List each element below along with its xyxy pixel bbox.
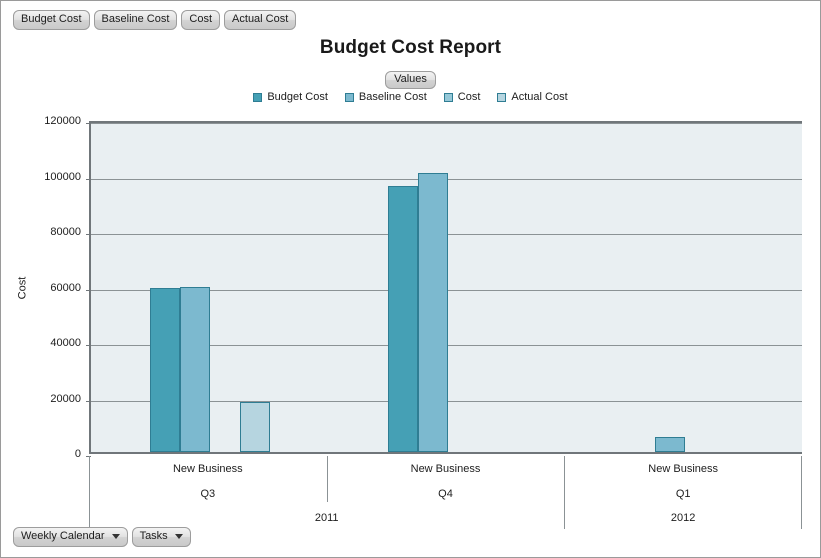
x-axis-quarter-label: Q4 — [438, 488, 453, 500]
x-axis-year-label: 2012 — [670, 512, 696, 524]
field-tag-label: Baseline Cost — [101, 13, 170, 25]
legend-item-3[interactable]: Actual Cost — [497, 91, 568, 103]
legend-item-label: Budget Cost — [267, 91, 328, 103]
legend-swatch-icon — [344, 92, 354, 102]
y-axis-tick-label: 40000 — [50, 337, 81, 349]
field-tag-1[interactable]: Baseline Cost — [93, 10, 178, 30]
x-axis-year-label: 2011 — [314, 512, 339, 524]
x-axis-year-separator — [564, 456, 566, 529]
field-tag-label: Cost — [189, 13, 213, 25]
legend-swatch-icon — [443, 92, 453, 102]
chart-report-window: Budget Cost Baseline Cost Cost Actual Cost … — [0, 0, 821, 558]
filter-dropdown-label: Tasks — [139, 530, 168, 542]
filter-dropdown-1[interactable]: Tasks — [131, 527, 191, 547]
legend-item-label: Baseline Cost — [358, 91, 427, 103]
legend-swatch-icon — [497, 92, 507, 102]
values-tag[interactable]: Values — [385, 71, 436, 89]
values-tag-label: Values — [394, 73, 427, 85]
bar-0-1[interactable] — [179, 286, 210, 452]
legend-item-2[interactable]: Cost — [443, 91, 481, 103]
y-axis-title-label: Cost — [16, 276, 28, 299]
chart-legend: Budget Cost Baseline Cost Cost Actual Cost — [1, 91, 820, 103]
values-tag-container: Values — [1, 71, 820, 89]
filter-dropdown-0[interactable]: Weekly Calendar — [13, 527, 128, 547]
x-axis-separator — [326, 456, 328, 502]
chevron-down-icon — [111, 534, 120, 539]
y-axis-tick-label: 20000 — [50, 392, 81, 405]
x-axis-category-labels: New Business Q3 New Business Q4 New Business… — [89, 454, 802, 529]
y-axis-tick — [86, 400, 91, 402]
bar-1-0[interactable] — [387, 185, 418, 452]
legend-swatch-icon — [253, 92, 263, 102]
x-axis-quarter-label: Q3 — [200, 488, 216, 500]
x-axis-quarter-label: Q1 — [675, 488, 691, 500]
field-tag-3[interactable]: Actual Cost — [224, 10, 297, 30]
filter-dropdown-label: Weekly Calendar — [21, 530, 105, 542]
bottom-field-tag-row: Weekly Calendar Tasks — [13, 527, 191, 547]
bar-0-0[interactable] — [149, 288, 180, 452]
x-axis-category-label: New Business — [410, 463, 481, 475]
y-axis-tick-label: 80000 — [50, 226, 81, 238]
y-axis-tick-label: 0 — [74, 448, 81, 460]
field-tag-2[interactable]: Cost — [181, 10, 221, 30]
y-axis-title: Cost — [15, 121, 29, 454]
y-axis-tick — [86, 123, 91, 124]
x-axis-category-label: New Business — [172, 463, 243, 475]
legend-item-label: Actual Cost — [511, 91, 568, 103]
legend-item-1[interactable]: Baseline Cost — [344, 91, 427, 103]
field-tag-label: Budget Cost — [21, 13, 82, 25]
bar-0-3[interactable] — [239, 402, 270, 452]
chevron-down-icon — [174, 534, 183, 539]
y-axis-tick — [86, 234, 91, 235]
y-axis-tick — [86, 178, 91, 180]
plot-area — [86, 121, 802, 457]
bar-1-1[interactable] — [417, 173, 448, 452]
y-axis-tick-label: 100000 — [44, 170, 81, 183]
y-axis-tick — [86, 345, 91, 346]
y-axis-tick-label: 120000 — [44, 115, 81, 127]
chart-title: Budget Cost Report — [319, 37, 502, 58]
legend-item-0[interactable]: Budget Cost — [253, 91, 328, 103]
y-axis-tick-label: 60000 — [50, 281, 81, 294]
legend-item-label: Cost — [457, 91, 481, 103]
field-tag-0[interactable]: Budget Cost — [13, 10, 90, 30]
x-axis-category-label: New Business — [648, 463, 718, 475]
y-axis-tick — [86, 289, 91, 291]
gridline — [91, 123, 802, 124]
top-field-tag-row: Budget Cost Baseline Cost Cost Actual Cost — [13, 10, 297, 30]
y-axis-tick-labels: 0 20000 40000 60000 80000 100000 120000 — [1, 115, 81, 460]
bar-2-1[interactable] — [655, 436, 686, 452]
field-tag-label: Actual Cost — [232, 13, 289, 25]
